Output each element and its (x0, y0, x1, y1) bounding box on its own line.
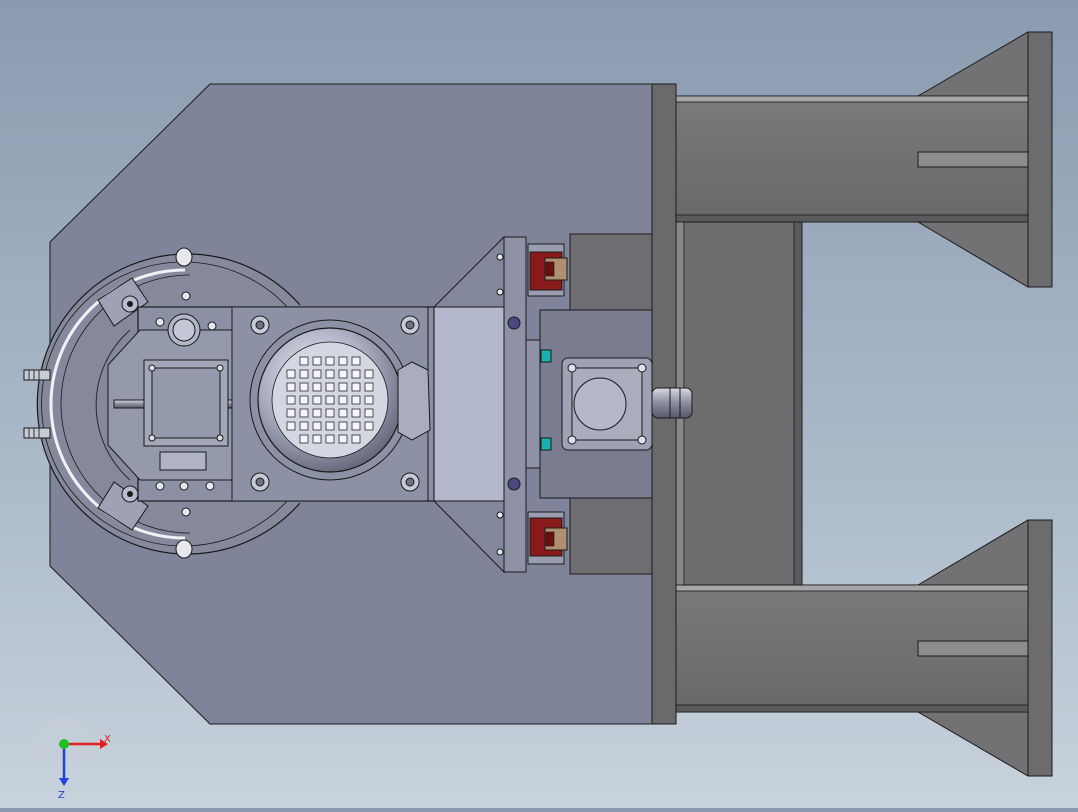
vent-slot (338, 356, 348, 366)
vent-slot (299, 369, 309, 379)
vent-slot (338, 421, 348, 431)
terminal-block (159, 451, 207, 471)
vent-slot (299, 382, 309, 392)
x-axis-label: X (104, 734, 111, 745)
linear-guide-top (527, 243, 568, 297)
vent-slot (364, 369, 374, 379)
vent-slot (286, 369, 296, 379)
vent-slot (351, 369, 361, 379)
view-orientation-triad[interactable]: X Z (36, 716, 111, 801)
vent-slot (351, 421, 361, 431)
bottom-beam-slot (917, 640, 1029, 657)
top-beam-slot (917, 151, 1029, 168)
motor-endcap (397, 361, 431, 441)
sensor-marker-bottom (540, 437, 552, 451)
vent-slot (312, 382, 322, 392)
linear-guide-bottom (527, 511, 568, 565)
z-axis-label: Z (58, 790, 65, 801)
vent-slot (312, 369, 322, 379)
vent-slot (299, 356, 309, 366)
vent-slot (286, 421, 296, 431)
vent-slot (338, 434, 348, 444)
vent-slot (299, 395, 309, 405)
vent-slot (299, 408, 309, 418)
vent-slot (325, 382, 335, 392)
vent-slot (312, 421, 322, 431)
pivot-top (507, 316, 521, 330)
vent-slot (338, 395, 348, 405)
vent-slot (364, 395, 374, 405)
top-end-plate (1027, 31, 1053, 288)
vent-slot (338, 408, 348, 418)
bottom-end-plate (1027, 519, 1053, 777)
vent-slot (325, 434, 335, 444)
vent-slot (312, 408, 322, 418)
vent-slot (286, 382, 296, 392)
vent-slot (351, 408, 361, 418)
vent-slot (338, 382, 348, 392)
pin-top-left (23, 369, 51, 381)
vent-slot (325, 395, 335, 405)
y-axis-dot (59, 739, 69, 749)
table-notch-bottom (175, 539, 193, 559)
steel-frame (651, 31, 1053, 777)
vent-slot (312, 356, 322, 366)
motor-fan-vents (286, 356, 374, 444)
vent-slot (286, 408, 296, 418)
vent-slot (325, 421, 335, 431)
vent-slot (364, 421, 374, 431)
vent-slot (364, 382, 374, 392)
pivot-bottom (507, 477, 521, 491)
vent-slot (351, 434, 361, 444)
vent-slot (351, 382, 361, 392)
vent-slot (312, 434, 322, 444)
vent-slot (351, 356, 361, 366)
vent-slot (312, 395, 322, 405)
cad-model-view[interactable]: X Z (0, 0, 1078, 808)
vent-slot (299, 421, 309, 431)
vent-slot (364, 408, 374, 418)
vent-slot (338, 369, 348, 379)
vent-slot (325, 356, 335, 366)
cad-graphics-viewport[interactable]: X Z (0, 0, 1078, 808)
table-notch-top (175, 247, 193, 267)
vent-slot (325, 369, 335, 379)
vent-slot (299, 434, 309, 444)
cylinder-rod (651, 387, 693, 419)
vent-slot (286, 395, 296, 405)
pin-bottom-left (23, 427, 51, 439)
sensor-marker-top (540, 349, 552, 363)
vertical-connector (675, 221, 803, 586)
vent-slot (325, 408, 335, 418)
vent-slot (351, 395, 361, 405)
